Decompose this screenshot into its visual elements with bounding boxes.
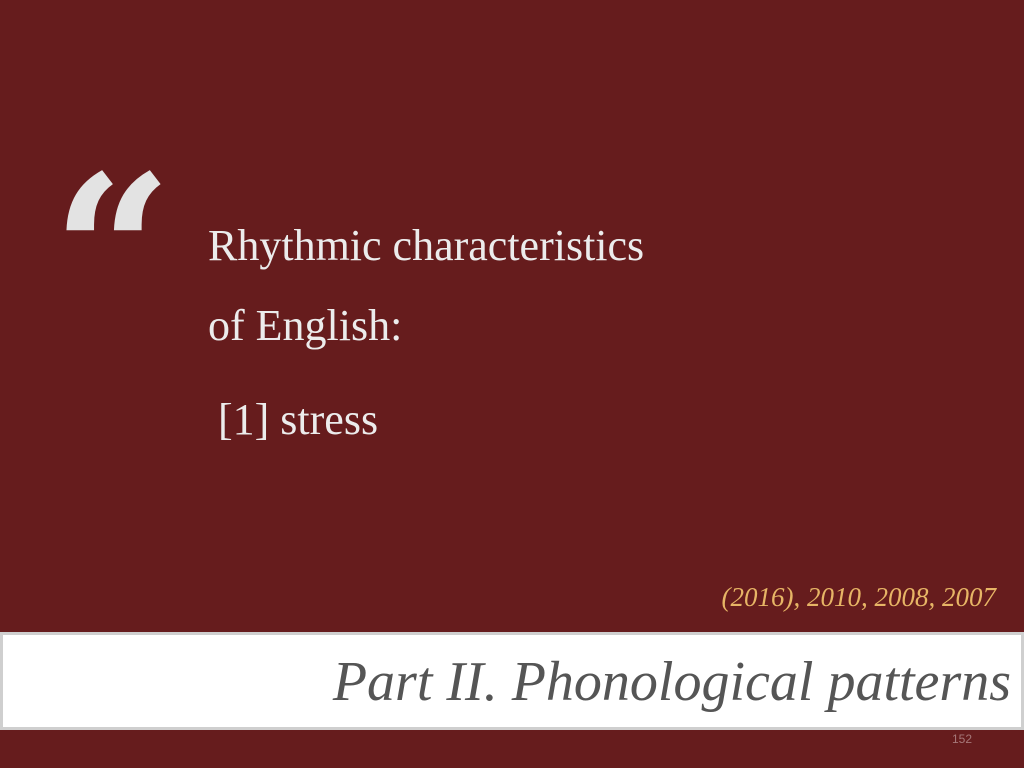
quotation-mark-icon: “: [52, 129, 173, 376]
quote-block: Rhythmic characteristics of English: [1]…: [208, 206, 828, 460]
page-number: 152: [951, 732, 972, 746]
quote-line: of English:: [208, 301, 403, 350]
quote-line: [1] stress: [218, 395, 379, 444]
quote-line: Rhythmic characteristics: [208, 221, 645, 270]
part-title: Part II. Phonological patterns: [332, 651, 1011, 713]
title-band: Part II. Phonological patterns: [0, 632, 1024, 730]
years-label: (2016), 2010, 2008, 2007: [721, 582, 996, 612]
